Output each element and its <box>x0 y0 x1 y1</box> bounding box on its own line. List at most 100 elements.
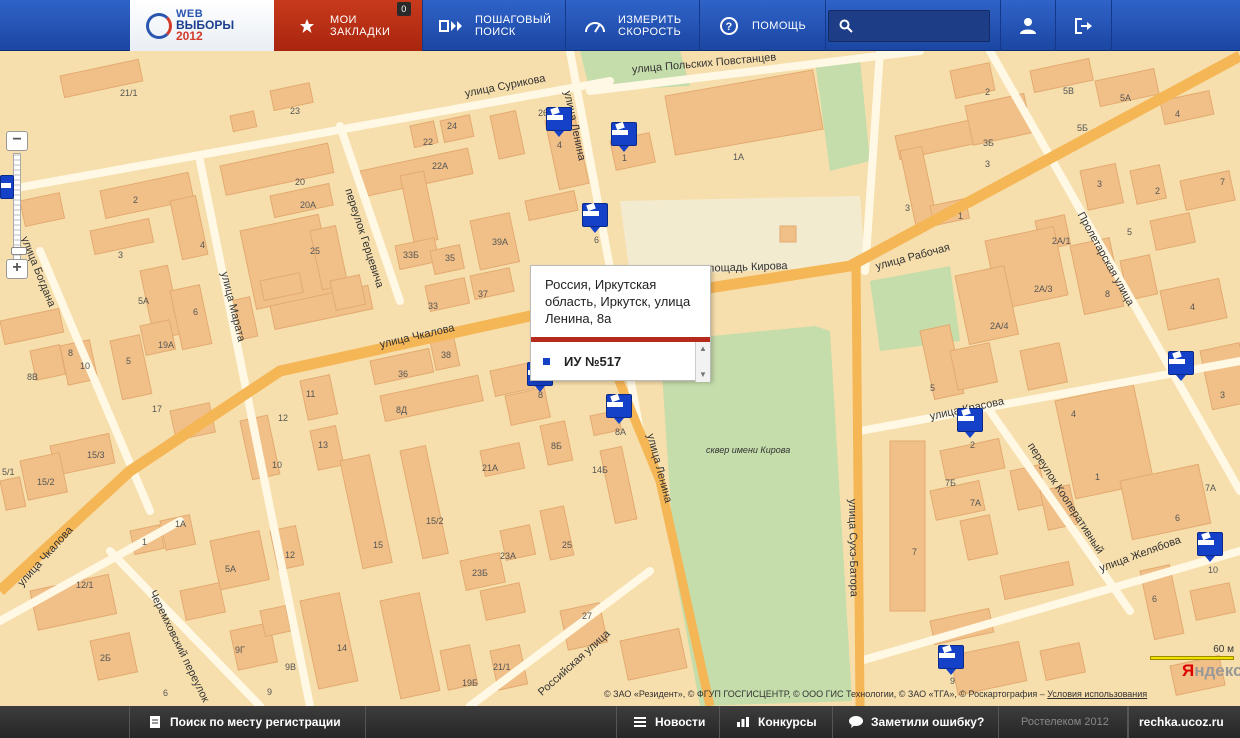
street-label-sukhe-batora: улица Сухэ-Батора <box>846 498 860 597</box>
user-profile-button[interactable] <box>1000 0 1056 51</box>
house-number: 2А/1 <box>1052 236 1071 246</box>
house-number: 6 <box>1152 594 1158 604</box>
chat-bubble-icon <box>849 715 863 729</box>
bookmarks-label-1: МОИ <box>330 13 357 26</box>
house-number: 9 <box>267 687 273 697</box>
house-number: 6 <box>193 307 199 317</box>
ballot-box-icon <box>612 122 628 135</box>
document-icon <box>148 715 162 729</box>
house-number: 21А <box>482 463 499 473</box>
site-watermark: rechka.ucoz.ru <box>1128 706 1240 738</box>
polling-station-marker[interactable] <box>582 203 610 233</box>
report-error-link[interactable]: Заметили ошибку? <box>832 706 998 738</box>
measure-speed-button[interactable]: ИЗМЕРИТЬ СКОРОСТЬ <box>566 0 700 51</box>
house-number: 5 <box>930 383 936 393</box>
polling-station-popup: Россия, Иркутская область, Иркутск, улиц… <box>530 265 711 382</box>
steps-icon <box>439 13 465 39</box>
house-number: 7 <box>1220 177 1226 187</box>
house-number: 3 <box>1097 179 1103 189</box>
search-input[interactable] <box>829 11 989 41</box>
house-number: 23А <box>500 551 517 561</box>
house-number: 14 <box>337 643 348 653</box>
house-number: 2Б <box>100 653 111 663</box>
webvybory-logo[interactable]: WEB ВЫБОРЫ 2012 <box>130 0 274 51</box>
polling-station-marker-edge[interactable] <box>0 175 28 205</box>
bullet-square-icon <box>543 357 550 365</box>
house-number: 2 <box>985 87 991 97</box>
house-number: 1А <box>175 519 187 529</box>
svg-text:?: ? <box>725 21 732 33</box>
house-number: 6 <box>1175 513 1181 523</box>
yandex-logo[interactable]: Яндекс <box>1182 661 1240 681</box>
house-number: 4 <box>1175 109 1181 119</box>
zoom-slider[interactable] <box>11 153 27 261</box>
house-number: 2А/3 <box>1034 284 1053 294</box>
polling-station-marker[interactable] <box>546 107 574 137</box>
house-number: 7А <box>970 498 982 508</box>
house-number: 2 <box>133 195 139 205</box>
house-number: 2А/4 <box>990 321 1009 331</box>
popup-scrollbar[interactable]: ▲ ▼ <box>695 342 710 382</box>
user-icon <box>1020 17 1036 34</box>
house-number: 3 <box>905 203 911 213</box>
house-number: 36 <box>398 369 409 379</box>
top-navigation-bar: WEB ВЫБОРЫ 2012 МОИ ЗАКЛАДКИ 0 ПОШАГОВЫЙ… <box>0 0 1240 51</box>
polling-station-marker[interactable] <box>957 408 985 438</box>
polling-station-marker[interactable] <box>1197 532 1225 562</box>
house-number: 24 <box>447 121 458 131</box>
house-number: 8В <box>27 372 39 382</box>
polling-station-marker[interactable] <box>606 394 634 424</box>
house-number: 12 <box>285 550 296 560</box>
search-icon <box>839 19 853 33</box>
house-number: 2 <box>1155 186 1161 196</box>
house-number: 35 <box>445 253 456 263</box>
house-number: 22А <box>432 161 449 171</box>
app-root: WEB ВЫБОРЫ 2012 МОИ ЗАКЛАДКИ 0 ПОШАГОВЫЙ… <box>0 0 1240 738</box>
scroll-up-icon[interactable]: ▲ <box>696 342 710 356</box>
house-number: 23 <box>290 106 301 116</box>
house-number: 39А <box>492 237 509 247</box>
search-box <box>828 10 990 42</box>
house-number: 12/1 <box>76 580 94 590</box>
my-bookmarks-button[interactable]: МОИ ЗАКЛАДКИ 0 <box>274 0 423 51</box>
map-copyright: © ЗАО «Резидент», © ФГУП ГОСГИСЦЕНТР, © … <box>604 689 1147 699</box>
polling-station-marker[interactable] <box>1168 351 1196 381</box>
house-number: 5А <box>138 296 150 306</box>
contests-link[interactable]: Конкурсы <box>719 706 832 738</box>
house-number: 6 <box>163 688 169 698</box>
help-button[interactable]: ? ПОМОЩЬ <box>700 0 826 51</box>
map-canvas[interactable]: улица Сурикова улица Польских Повстанцев… <box>0 51 1240 706</box>
terms-of-use-link[interactable]: Условия использования <box>1047 689 1147 699</box>
logout-button[interactable] <box>1056 0 1112 51</box>
house-number: 8 <box>1105 289 1111 299</box>
house-number: 37 <box>478 289 489 299</box>
house-number: 14Б <box>592 465 608 475</box>
news-link[interactable]: Новости <box>616 706 719 738</box>
house-number: 21/1 <box>493 662 511 672</box>
house-number: 3 <box>985 159 991 169</box>
house-number: 2 <box>970 440 976 450</box>
house-number: 1 <box>622 153 628 163</box>
ballot-box-icon <box>958 408 974 421</box>
star-icon <box>294 13 320 39</box>
polling-station-marker[interactable] <box>611 122 639 152</box>
scroll-down-icon[interactable]: ▼ <box>696 368 710 382</box>
house-number: 3 <box>118 250 124 260</box>
house-number: 15 <box>373 540 384 550</box>
ballot-box-icon <box>939 645 955 658</box>
zoom-slider-handle[interactable] <box>11 247 27 255</box>
house-number: 4 <box>1071 409 1077 419</box>
house-number: 17 <box>152 404 163 414</box>
search-by-registration-button[interactable]: Поиск по месту регистрации <box>129 706 366 738</box>
polling-station-marker[interactable] <box>938 645 966 675</box>
ballot-box-icon <box>1 183 11 188</box>
step-search-button[interactable]: ПОШАГОВЫЙ ПОИСК <box>423 0 566 51</box>
popup-commission-link[interactable]: ИУ №517 <box>531 342 710 380</box>
zoom-out-button[interactable]: − <box>6 131 28 151</box>
house-number: 11 <box>306 389 316 399</box>
house-number: 33Б <box>403 250 419 260</box>
house-number: 21/1 <box>120 88 138 98</box>
house-number: 10 <box>80 361 91 371</box>
park-north <box>815 59 870 171</box>
zoom-in-button[interactable]: + <box>6 259 28 279</box>
